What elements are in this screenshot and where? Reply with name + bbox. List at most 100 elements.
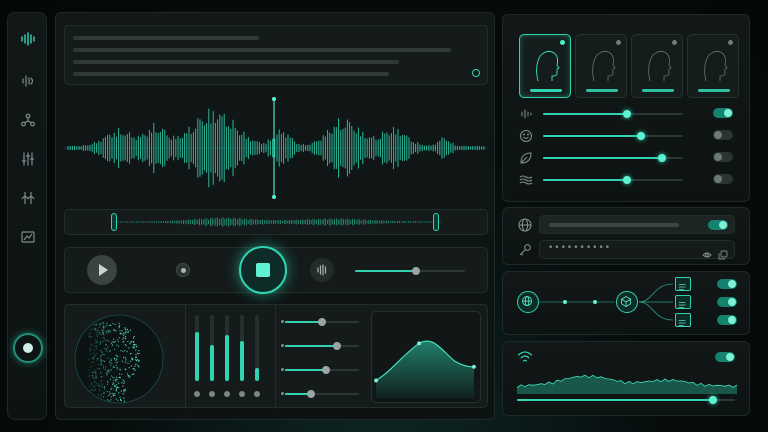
progress-knob[interactable] [709,396,718,404]
voice-avatar-card[interactable] [519,34,571,98]
voice-param-fill [543,157,662,159]
dot-icon [181,268,186,273]
curve-point[interactable] [374,378,379,383]
param-tick [281,320,284,323]
voice-param-toggle[interactable] [713,152,733,162]
record-button[interactable] [13,333,43,363]
param-knob[interactable] [332,342,341,350]
voice-avatar-card[interactable] [631,34,683,98]
leaf-icon [519,150,533,164]
voice-param-slider[interactable] [543,110,683,118]
param-knob[interactable] [306,390,315,398]
param-slider[interactable] [285,390,359,398]
voice-param-knob[interactable] [623,110,631,118]
nodes-icon[interactable] [18,110,38,130]
password-mask: •••••••••• [548,243,612,253]
stop-button[interactable] [239,246,287,294]
processor-node[interactable] [616,291,638,313]
channel-meter[interactable] [195,315,199,381]
password-input[interactable]: •••••••••• [539,240,735,260]
curve-point[interactable] [417,341,422,346]
channel-level [240,341,244,381]
volume-knob[interactable] [411,267,420,275]
avatar-selection-bar [530,89,562,92]
voice-avatar-visual [74,314,164,404]
channel-knob[interactable] [224,391,230,397]
wave-icon [317,264,327,276]
channel-level [255,367,259,381]
output-node[interactable] [675,313,691,327]
trim-handle-end[interactable] [433,213,439,231]
voice-param-toggle[interactable] [713,130,733,140]
text-line [73,36,259,40]
source-node[interactable] [517,291,539,313]
channel-knob[interactable] [239,391,245,397]
timeline-scrubber[interactable] [64,209,488,235]
compare-icon[interactable] [18,188,38,208]
channel-meter[interactable] [240,315,244,381]
play-button[interactable] [87,255,117,285]
stop-icon [256,263,270,277]
record-small-button[interactable] [176,263,190,277]
envelope-curve-panel[interactable] [371,311,481,403]
voice-param-knob[interactable] [637,132,645,140]
input-text [549,223,679,227]
voice-param-fill [543,135,641,137]
monitor-toggle[interactable] [715,352,735,362]
progress-slider[interactable] [517,396,735,404]
parameter-sliders [281,311,365,403]
progress-fill [517,399,714,401]
param-slider[interactable] [285,366,359,374]
trim-handle-start[interactable] [111,213,117,231]
voice-param-slider[interactable] [543,154,683,162]
param-knob[interactable] [321,366,330,374]
output-toggle[interactable] [717,297,737,307]
waves-icon [519,172,533,186]
channel-level [195,331,199,381]
voice-avatar-card[interactable] [687,34,739,98]
voice-avatar-card[interactable] [575,34,627,98]
url-input[interactable] [539,215,735,234]
list-icon [678,320,686,326]
voice-param-slider[interactable] [543,132,683,140]
channel-knob[interactable] [254,391,260,397]
avatar-selection-bar [642,89,674,92]
waveform-logo-icon[interactable] [18,29,38,49]
output-toggle[interactable] [717,279,737,289]
divider [185,305,186,409]
param-fill [285,345,337,347]
output-toggle[interactable] [717,315,737,325]
voice-param-knob[interactable] [658,154,666,162]
transport-bar [64,246,488,294]
bottom-tools [64,304,488,409]
output-node[interactable] [675,295,691,309]
param-knob[interactable] [318,318,326,326]
transcript-box[interactable] [64,25,488,85]
status-ring-icon [472,69,480,77]
voice-param-toggle[interactable] [713,108,733,118]
curve-point[interactable] [471,364,476,369]
waveform-display[interactable] [64,93,488,203]
bar-chart-icon[interactable] [18,227,38,247]
eye-icon[interactable] [702,245,712,258]
waveform-toggle-button[interactable] [310,258,334,282]
channel-meter[interactable] [225,315,229,381]
voice-param-slider[interactable] [543,176,683,184]
url-toggle[interactable] [708,220,728,230]
play-icon [99,264,108,276]
voice-param-knob[interactable] [623,176,631,184]
equalizer-icon[interactable] [18,149,38,169]
voice-param-toggle[interactable] [713,174,733,184]
param-slider[interactable] [285,342,359,350]
param-slider[interactable] [285,318,359,326]
channel-knob[interactable] [194,391,200,397]
audio-wave-icon[interactable] [18,71,38,91]
channel-meter[interactable] [255,315,259,381]
volume-slider[interactable] [355,267,465,275]
list-icon [678,284,686,290]
copy-icon[interactable] [718,245,728,260]
channel-knob[interactable] [209,391,215,397]
channel-meter[interactable] [210,315,214,381]
output-node[interactable] [675,277,691,291]
volume-fill [355,270,416,272]
